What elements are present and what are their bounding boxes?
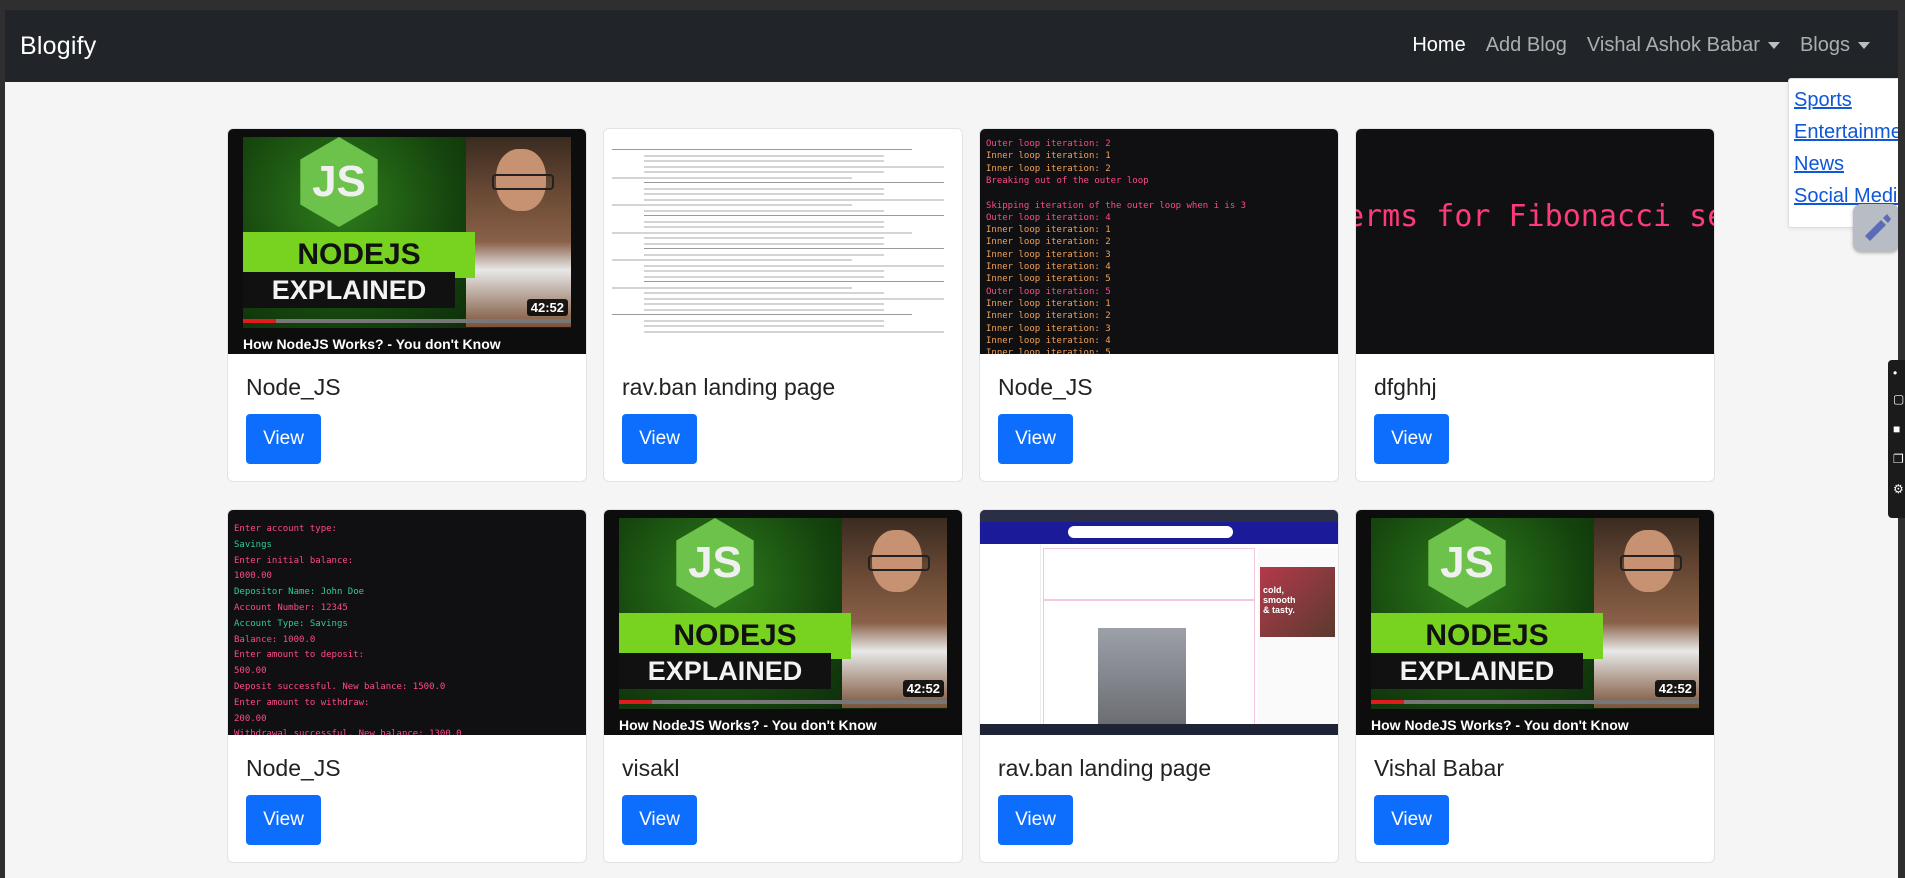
terminal-line: Outer loop iteration: 5 [986, 286, 1111, 297]
terminal-line: Inner loop iteration: 1 [986, 298, 1111, 309]
terminal-line: Balance: 1000.0 [234, 634, 316, 645]
view-button[interactable]: View [246, 795, 321, 845]
terminal-line: Outer loop iteration: 4 [986, 212, 1111, 223]
browser-viewport: Blogify Home Add Blog Vishal Ashok Babar… [5, 10, 1898, 878]
blog-card: Outer loop iteration: 2 Inner loop itera… [979, 128, 1339, 482]
square-icon[interactable]: ■ [1893, 422, 1900, 436]
terminal-line: Inner loop iteration: 1 [986, 225, 1111, 236]
copy-icon[interactable]: ❐ [1893, 452, 1904, 466]
terminal-line: 1000.00 [234, 571, 272, 582]
blog-card: erms for Fibonacci ser dfghhj View [1355, 128, 1715, 482]
thumbnail-terminal-loop-output: Outer loop iteration: 2 Inner loop itera… [980, 129, 1338, 354]
blog-card: JS NODEJS EXPLAINED 42:52 How NodeJS Wor… [1355, 509, 1715, 863]
video-duration: 42:52 [526, 299, 568, 316]
blog-card: cold, smooth & tasty. rav.ban landing pa… [979, 509, 1339, 863]
terminal-line: Account Type: Savings [234, 618, 348, 629]
video-progress-bar [619, 700, 947, 704]
dot-icon[interactable]: • [1893, 366, 1897, 380]
terminal-line: Inner loop iteration: 4 [986, 262, 1111, 272]
dropdown-item-entertainment[interactable]: Entertainment [1794, 121, 1898, 144]
side-toolbar: • ▢ ■ ❐ ⚙ [1888, 360, 1905, 518]
terminal-line: Inner loop iteration: 2 [986, 237, 1111, 248]
terminal-line: Inner loop iteration: 2 [986, 163, 1111, 174]
blog-card: JS NODEJS EXPLAINED 42:52 How NodeJS Wor… [227, 128, 587, 482]
card-title: Node_JS [246, 374, 341, 400]
view-button[interactable]: View [622, 795, 697, 845]
video-progress-bar [1371, 700, 1699, 704]
terminal-line: Inner loop iteration: 1 [986, 151, 1111, 162]
terminal-line: Inner loop iteration: 4 [986, 335, 1111, 346]
view-button[interactable]: View [246, 414, 321, 464]
view-button[interactable]: View [998, 795, 1073, 845]
blog-card: rav.ban landing page View [603, 128, 963, 482]
nav-add-blog-link[interactable]: Add Blog [1486, 34, 1567, 57]
nav-user-dropdown[interactable]: Vishal Ashok Babar [1587, 34, 1780, 57]
dropdown-item-sports[interactable]: Sports [1794, 89, 1852, 112]
terminal-line: Enter amount to withdraw: [234, 697, 370, 708]
terminal-line: 200.00 [234, 713, 267, 724]
terminal-line: Inner loop iteration: 3 [986, 323, 1111, 334]
terminal-line: Skipping iteration of the outer loop whe… [986, 200, 1247, 211]
video-duration: 42:52 [1654, 680, 1696, 697]
gear-icon[interactable]: ⚙ [1893, 482, 1904, 496]
terminal-line: Inner loop iteration: 5 [986, 348, 1111, 354]
thumbnail-nodejs-explained: JS NODEJS EXPLAINED 42:52 How NodeJS Wor… [228, 129, 586, 354]
thumbnail-document-table [604, 129, 962, 354]
view-button[interactable]: View [1374, 795, 1449, 845]
blog-card: JS NODEJS EXPLAINED 42:52 How NodeJS Wor… [603, 509, 963, 863]
blog-card: Enter account type: Savings Enter initial … [227, 509, 587, 863]
card-title: Node_JS [246, 755, 341, 781]
terminal-line: Enter account type: [234, 524, 337, 534]
thumbnail-nodejs-explained: JS NODEJS EXPLAINED 42:52 How NodeJS Wor… [1356, 510, 1714, 735]
nav-links: Home Add Blog Vishal Ashok Babar Blogs [1392, 34, 1870, 57]
card-title: visakl [622, 755, 680, 781]
floating-widget-button[interactable] [1853, 204, 1898, 252]
video-progress-bar [243, 319, 571, 323]
terminal-line: Outer loop iteration: 2 [986, 139, 1111, 149]
nav-home-link[interactable]: Home [1412, 34, 1465, 57]
terminal-line: Inner loop iteration: 3 [986, 249, 1111, 260]
card-title: dfghhj [1374, 374, 1437, 400]
card-title: Node_JS [998, 374, 1093, 400]
terminal-line: Savings [234, 539, 272, 550]
video-caption: How NodeJS Works? - You don't Know [1371, 717, 1629, 733]
nav-blogs-dropdown[interactable]: Blogs [1800, 34, 1870, 57]
view-button[interactable]: View [1374, 414, 1449, 464]
caret-down-icon [1767, 42, 1780, 49]
terminal-line: Inner loop iteration: 5 [986, 274, 1111, 285]
terminal-line: Enter initial balance: [234, 555, 354, 566]
view-button[interactable]: View [998, 414, 1073, 464]
card-title: Vishal Babar [1374, 755, 1504, 781]
video-caption: How NodeJS Works? - You don't Know [243, 336, 501, 352]
video-caption: How NodeJS Works? - You don't Know [619, 717, 877, 733]
pencil-icon [1865, 214, 1891, 241]
brand-logo[interactable]: Blogify [20, 32, 96, 61]
terminal-line: Deposit successful. New balance: 1500.0 [234, 682, 446, 692]
caret-down-icon [1858, 42, 1870, 49]
thumbnail-terminal-bank-account: Enter account type: Savings Enter initial … [228, 510, 586, 735]
terminal-line: Depositor Name: John Doe [234, 587, 365, 598]
card-title: rav.ban landing page [622, 374, 836, 400]
terminal-line: Withdrawal successful. New balance: 1300… [234, 729, 462, 735]
navbar: Blogify Home Add Blog Vishal Ashok Babar… [5, 10, 1898, 82]
terminal-line: Enter amount to deposit: [234, 650, 365, 661]
view-button[interactable]: View [622, 414, 697, 464]
thumbnail-desktop-screenshot: cold, smooth & tasty. [980, 510, 1338, 735]
window-icon[interactable]: ▢ [1893, 392, 1904, 406]
video-duration: 42:52 [902, 680, 944, 697]
terminal-line: Breaking out of the outer loop [986, 175, 1149, 186]
dropdown-item-news[interactable]: News [1794, 153, 1844, 176]
terminal-line: Account Number: 12345 [234, 603, 348, 613]
card-title: rav.ban landing page [998, 755, 1212, 781]
thumbnail-terminal-fibonacci: erms for Fibonacci ser [1356, 129, 1714, 354]
terminal-line: Inner loop iteration: 2 [986, 311, 1111, 322]
terminal-line: 500.00 [234, 666, 267, 677]
thumbnail-nodejs-explained: JS NODEJS EXPLAINED 42:52 How NodeJS Wor… [604, 510, 962, 735]
